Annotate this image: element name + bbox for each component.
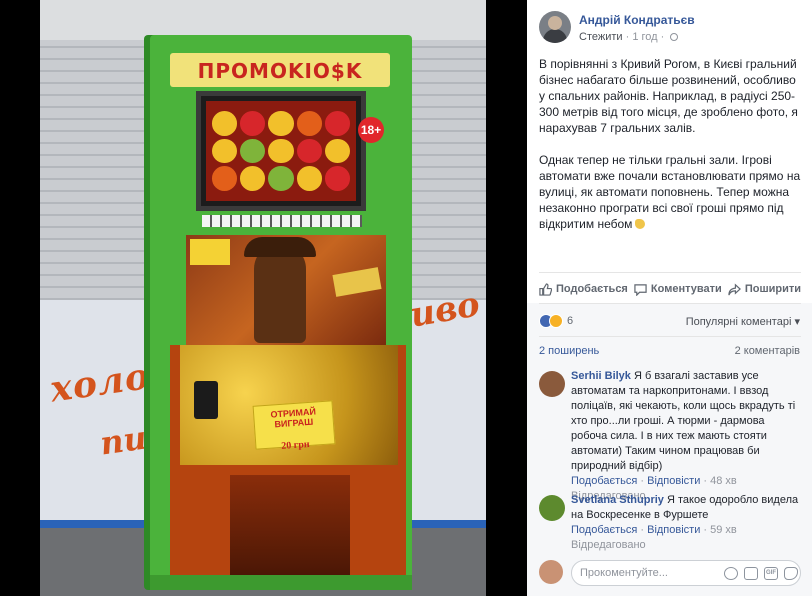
reel-symbol: [268, 138, 294, 164]
reactions-summary[interactable]: 6: [539, 313, 573, 329]
reel-symbol: [324, 111, 350, 136]
comment-like-link[interactable]: Подобається: [571, 475, 637, 487]
comment-button[interactable]: Коментувати: [634, 280, 722, 298]
post-header: Андрій Кондратьєв Стежити · 1 год ·: [539, 11, 804, 45]
reel-symbol: [212, 138, 238, 164]
commenter-avatar[interactable]: [539, 495, 565, 521]
photo-viewer[interactable]: холод пив иво ПРОМОKIO$K 18+ ОТРИМАЙ ВИГ…: [0, 0, 527, 596]
poster-figure: [254, 243, 306, 343]
chevron-down-icon: ▾: [794, 316, 800, 328]
post-paragraph: Однак тепер не тільки гральні зали. Ігро…: [539, 153, 801, 231]
post-meta: Стежити · 1 год ·: [579, 31, 679, 43]
like-button[interactable]: Подобається: [539, 280, 628, 298]
comment-sort-dropdown[interactable]: Популярні коментарі ▾: [686, 315, 800, 328]
post-paragraph: В порівнянні з Кривий Рогом, в Києві гра…: [539, 57, 798, 135]
win-sticker: ОТРИМАЙ ВИГРАШ 20 грн: [252, 400, 336, 452]
comment-text: Я б взагалі заставив усе автоматам та на…: [571, 370, 796, 472]
wow-reaction-icon: [549, 314, 563, 328]
comment-like-link[interactable]: Подобається: [571, 524, 637, 536]
comment-meta: Подобається · Відповісти · 59 хв: [571, 524, 737, 536]
comment-time[interactable]: 59 хв: [710, 524, 737, 536]
bill-acceptor: [194, 381, 218, 419]
comments-count-link[interactable]: 2 коментарів: [735, 345, 800, 357]
age-restriction-badge: 18+: [358, 117, 384, 143]
pointing-down-emoji-icon: [635, 219, 646, 229]
machine-poster: [186, 235, 386, 345]
comment-body: Svetlana Sthupriy Я такое одоробло видел…: [571, 493, 801, 553]
reel-symbol: [296, 138, 322, 164]
poster-label: [332, 267, 382, 297]
tower-artwork: [230, 475, 350, 575]
slot-machine-cabinet: ПРОМОKIO$K 18+ ОТРИМАЙ ВИГРАШ 20 грн: [150, 35, 412, 590]
comment-input[interactable]: [580, 566, 720, 580]
camera-icon[interactable]: [744, 567, 758, 580]
reel-symbol: [324, 166, 350, 191]
sticker-icon[interactable]: [784, 567, 798, 580]
author-name[interactable]: Андрій Кондратьєв: [579, 13, 695, 27]
commenter-name[interactable]: Svetlana Sthupriy: [571, 494, 664, 506]
post-text: В порівнянні з Кривий Рогом, в Києві гра…: [539, 56, 801, 248]
like-label: Подобається: [556, 283, 628, 295]
author-avatar[interactable]: [539, 11, 571, 43]
reactions-count: 6: [567, 315, 574, 327]
follow-button[interactable]: Стежити: [579, 31, 623, 43]
comment-reply-link[interactable]: Відповісти: [647, 524, 700, 536]
comment-time[interactable]: 48 хв: [710, 475, 737, 487]
divider: [539, 336, 801, 337]
globe-icon[interactable]: [670, 33, 679, 41]
reel-symbol: [296, 111, 322, 136]
comment-body: Serhii Bilyk Я б взагалі заставив усе ав…: [571, 369, 801, 504]
reel-symbol: [240, 138, 266, 164]
reel-symbol: [212, 111, 238, 136]
cabinet-base: [150, 575, 412, 590]
win-sticker-amount: 20 грн: [280, 438, 310, 452]
reel-symbol: [240, 111, 266, 136]
reel-symbol: [212, 166, 238, 191]
current-user-avatar: [539, 560, 563, 584]
post-photo: холод пив иво ПРОМОKIO$K 18+ ОТРИМАЙ ВИГ…: [40, 0, 486, 596]
cabinet-header: ПРОМОKIO$K: [170, 53, 390, 87]
machine-screen: [206, 101, 356, 201]
emoji-icon[interactable]: [724, 567, 738, 580]
reel-symbol: [268, 166, 294, 191]
comment-edited[interactable]: Відредаговано: [571, 538, 801, 553]
poster-sticker: [190, 239, 230, 265]
machine-buttons: [202, 215, 362, 227]
commenter-avatar[interactable]: [539, 371, 565, 397]
share-label: Поширити: [744, 283, 801, 295]
divider: [539, 303, 801, 304]
comment-input-box[interactable]: GIF: [571, 560, 801, 586]
reel-symbol: [296, 166, 322, 191]
win-sticker-headline: ОТРИМАЙ ВИГРАШ: [270, 406, 317, 430]
cabinet-title: ПРОМОKIO$K: [197, 59, 363, 83]
share-button[interactable]: Поширити: [728, 280, 801, 298]
shares-link[interactable]: 2 поширень: [539, 345, 599, 357]
reel-symbol: [240, 166, 266, 191]
post-actions: Подобається Коментувати Поширити: [539, 280, 801, 298]
comment-reply-link[interactable]: Відповісти: [647, 475, 700, 487]
thumbs-up-icon: [539, 282, 552, 296]
gif-icon[interactable]: GIF: [764, 567, 778, 580]
comment-icon: [634, 283, 647, 296]
comment-label: Коментувати: [650, 283, 722, 295]
divider: [539, 272, 801, 273]
reel-symbol: [324, 138, 350, 164]
comment-meta: Подобається · Відповісти · 48 хв: [571, 475, 737, 487]
post-time[interactable]: 1 год: [632, 31, 657, 43]
reel-symbol: [268, 111, 294, 136]
share-icon: [728, 283, 741, 295]
shutter-housing: [40, 0, 486, 40]
poster-hat: [244, 237, 316, 257]
machine-screen-frame: [196, 91, 366, 211]
comment-composer: GIF: [539, 560, 801, 586]
commenter-name[interactable]: Serhii Bilyk: [571, 370, 631, 382]
